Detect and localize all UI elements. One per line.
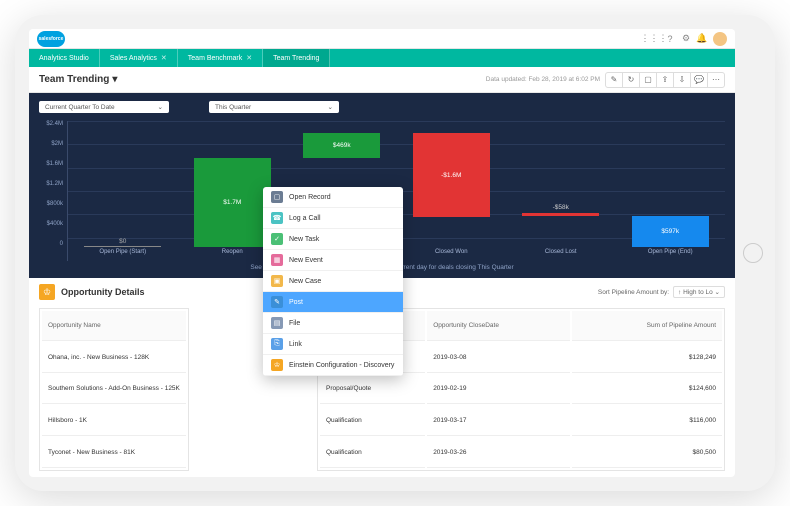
crown-icon: ♔: [39, 284, 55, 300]
menu-new-case[interactable]: ▣New Case: [263, 271, 403, 292]
bar-new[interactable]: $469k: [303, 133, 380, 158]
close-icon[interactable]: ✕: [161, 54, 167, 62]
menu-file[interactable]: ▤File: [263, 313, 403, 334]
reset-button[interactable]: ↻: [622, 72, 640, 88]
chevron-down-icon: ⌄: [158, 103, 163, 111]
sort-label: Sort Pipeline Amount by:: [598, 289, 669, 296]
chat-button[interactable]: 💬: [690, 72, 708, 88]
menu-new-task[interactable]: ✓New Task: [263, 229, 403, 250]
chevron-down-icon: ⌄: [328, 103, 333, 111]
chevron-down-icon: ▾: [112, 74, 117, 85]
tablet-home-button: [743, 243, 763, 263]
bar-closed-won[interactable]: -$1.6M: [413, 133, 490, 217]
bar-label: $597k: [661, 228, 679, 235]
menu-open-record[interactable]: ▢Open Record: [263, 187, 403, 208]
download-button[interactable]: ⇩: [673, 72, 691, 88]
bar-reopen[interactable]: $1.7M: [194, 158, 271, 247]
tab-team-benchmark[interactable]: Team Benchmark✕: [178, 49, 263, 67]
table-row[interactable]: Ohana, inc. - New Business - 128K: [42, 343, 186, 373]
table-row[interactable]: Tyconet - New Business - 81K: [42, 438, 186, 468]
column-header[interactable]: Opportunity CloseDate: [427, 311, 570, 341]
menu-log-a-call[interactable]: ☎Log a Call: [263, 208, 403, 229]
opportunity-name-table: Opportunity Name Ohana, inc. - New Busin…: [39, 308, 189, 471]
details-title: Opportunity Details: [61, 287, 145, 297]
menu-post[interactable]: ✎Post: [263, 292, 403, 313]
table-row[interactable]: Hillsboro - 1K: [42, 406, 186, 436]
table-row[interactable]: Southern Solutions - Add-On Business - 1…: [42, 375, 186, 405]
bell-icon[interactable]: 🔔: [697, 34, 707, 44]
toolbar: ✎ ↻ ▢ ⇪ ⇩ 💬 ⋯: [606, 72, 725, 88]
top-bar: salesforce ⋮⋮⋮ ? ⚙ 🔔: [29, 29, 735, 49]
table-row[interactable]: Qualification2019-03-26$80,500: [320, 438, 722, 468]
bar-open-pipe-end[interactable]: $597k: [632, 216, 709, 247]
present-button[interactable]: ▢: [639, 72, 657, 88]
share-button[interactable]: ⇪: [656, 72, 674, 88]
tab-team-trending[interactable]: Team Trending: [263, 49, 330, 67]
edit-button[interactable]: ✎: [605, 72, 623, 88]
sort-select[interactable]: ↑ High to Lo ⌄: [673, 286, 725, 298]
more-button[interactable]: ⋯: [707, 72, 725, 88]
page-header: Team Trending ▾ Data updated: Feb 28, 20…: [29, 67, 735, 93]
column-header[interactable]: Sum of Pipeline Amount: [572, 311, 722, 341]
table-row[interactable]: Proposal/Quote2019-02-19$124,600: [320, 375, 722, 405]
bar-label: $0: [119, 238, 126, 245]
bar-label: -$58k: [553, 204, 569, 211]
bar-label: $469k: [333, 142, 351, 149]
close-icon[interactable]: ✕: [246, 54, 252, 62]
bar-label: $1.7M: [223, 199, 241, 206]
data-updated-text: Data updated: Feb 28, 2019 at 6:02 PM: [486, 76, 600, 83]
quarter-filter[interactable]: This Quarter⌄: [209, 101, 339, 113]
menu-einstein-config[interactable]: ♔Einstein Configuration - Discovery: [263, 355, 403, 376]
y-axis: $2.4M $2M $1.6M $1.2M $800k $400k 0: [39, 121, 67, 261]
tab-bar: Analytics Studio Sales Analytics✕ Team B…: [29, 49, 735, 67]
tab-sales-analytics[interactable]: Sales Analytics✕: [100, 49, 178, 67]
column-header[interactable]: Opportunity Name: [42, 311, 186, 341]
bar-closed-lost[interactable]: -$58k: [522, 213, 599, 216]
help-icon[interactable]: ?: [665, 34, 675, 44]
tab-analytics-studio[interactable]: Analytics Studio: [29, 49, 100, 67]
menu-link[interactable]: ⎘Link: [263, 334, 403, 355]
apps-icon[interactable]: ⋮⋮⋮: [649, 34, 659, 44]
context-menu: ▢Open Record ☎Log a Call ✓New Task ▦New …: [263, 187, 403, 376]
gear-icon[interactable]: ⚙: [681, 34, 691, 44]
user-avatar[interactable]: [713, 32, 727, 46]
page-title[interactable]: Team Trending ▾: [39, 74, 117, 85]
date-range-filter[interactable]: Current Quarter To Date⌄: [39, 101, 169, 113]
table-row[interactable]: Qualification2019-03-17$116,000: [320, 406, 722, 436]
bar-label: -$1.6M: [441, 172, 461, 179]
menu-new-event[interactable]: ▦New Event: [263, 250, 403, 271]
salesforce-logo: salesforce: [37, 31, 65, 47]
